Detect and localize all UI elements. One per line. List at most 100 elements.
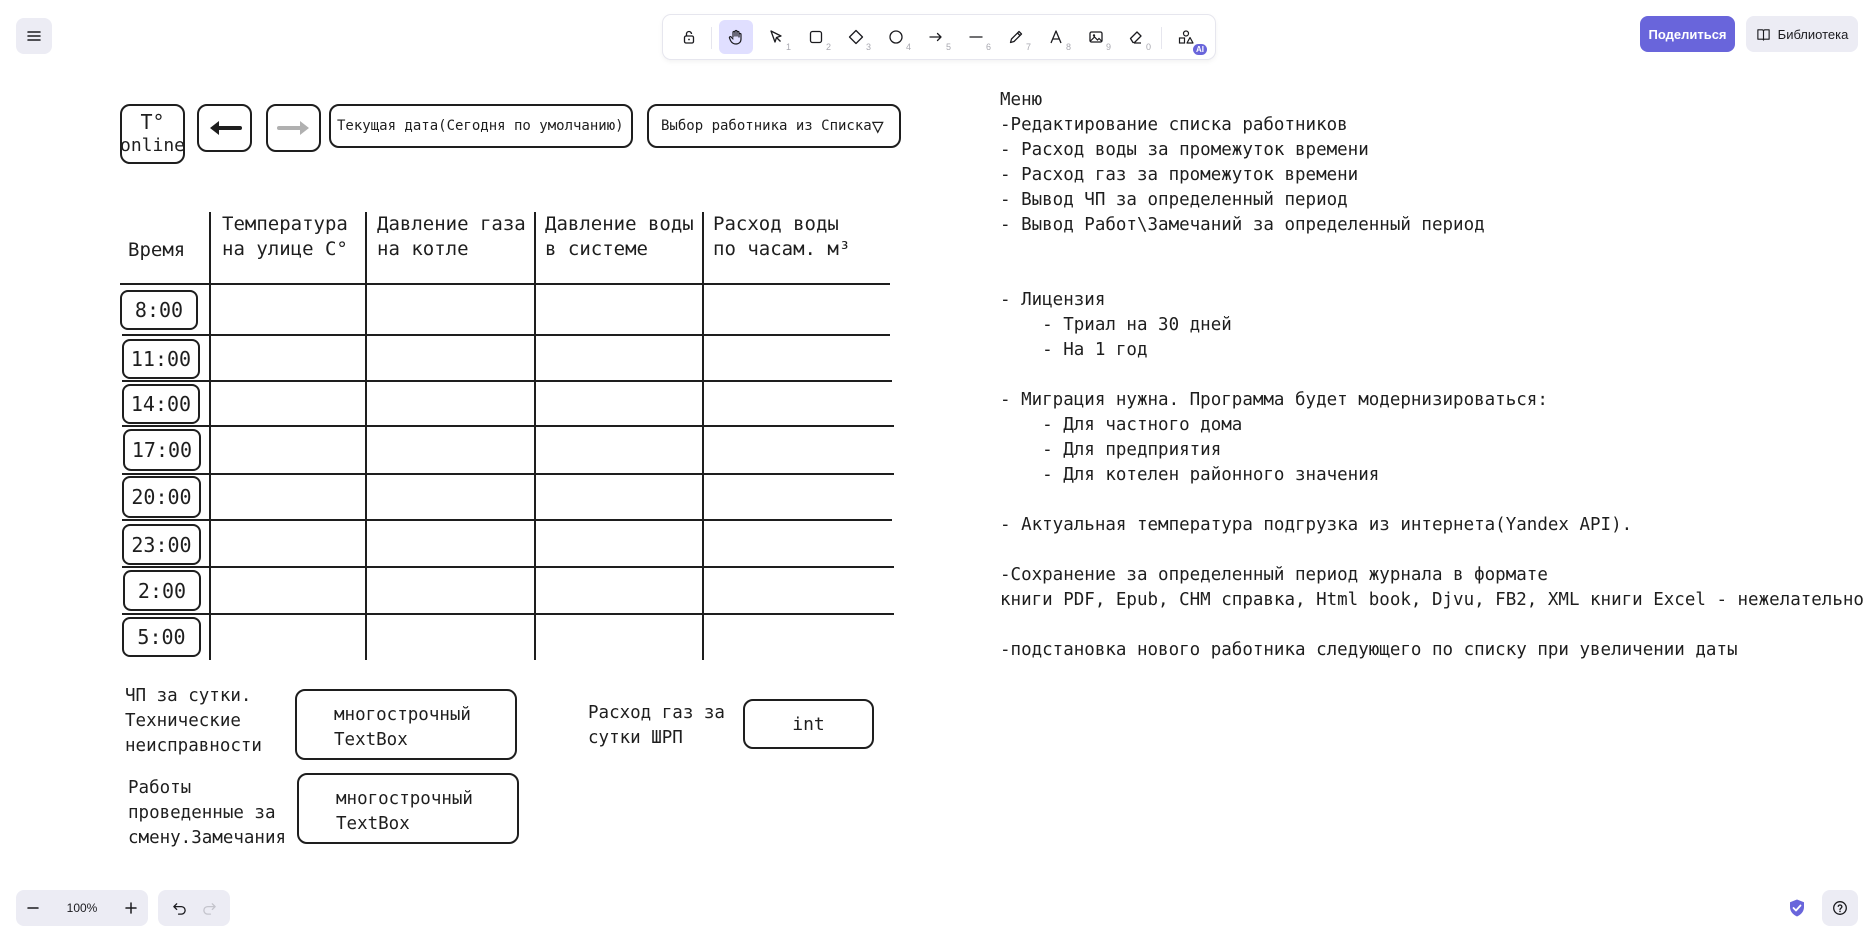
table-header-water-flow: Расход воды по часам. м³ xyxy=(713,213,851,260)
shortcut-key: 4 xyxy=(905,42,911,52)
note-line: - На 1 год xyxy=(1000,340,1148,360)
lock-icon xyxy=(683,30,695,44)
help-icon xyxy=(1833,901,1847,915)
table-row-divider xyxy=(120,283,890,285)
arrow-tool[interactable]: 5 xyxy=(919,20,953,54)
note-line xyxy=(1000,263,1860,288)
time-cell: 23:00 xyxy=(122,524,201,565)
note-line: - Расход газ за промежуток времени xyxy=(1000,165,1359,185)
incidents-textbox[interactable]: многострочный TextBox xyxy=(295,689,517,760)
note-line: книги PDF, Epub, CHM справка, Html book,… xyxy=(1000,590,1864,610)
note-line xyxy=(1000,538,1860,563)
note-line: - Вывод ЧП за определенный период xyxy=(1000,190,1348,210)
rectangle-tool[interactable]: 2 xyxy=(799,20,833,54)
rectangle-icon xyxy=(809,30,823,44)
pencil-icon xyxy=(1009,30,1023,44)
eraser-icon xyxy=(1129,31,1142,44)
table-column-divider xyxy=(534,212,536,660)
works-textbox[interactable]: многострочный TextBox xyxy=(297,773,519,844)
ellipse-tool[interactable]: 4 xyxy=(879,20,913,54)
table-row-divider xyxy=(122,425,894,427)
hand-tool[interactable] xyxy=(719,20,753,54)
lock-tool[interactable] xyxy=(672,20,706,54)
shortcut-key: 7 xyxy=(1025,42,1031,52)
incidents-textbox-text: многострочный TextBox xyxy=(334,705,471,750)
hamburger-icon xyxy=(27,31,41,41)
note-line: - Для котелен районного значения xyxy=(1000,465,1380,485)
shapes-ai-icon xyxy=(1178,30,1194,44)
prev-date-button[interactable] xyxy=(197,104,252,152)
gas-usage-field-text: int xyxy=(792,713,825,735)
ellipse-icon xyxy=(889,30,903,44)
library-button[interactable]: Библиотека xyxy=(1746,16,1858,52)
chevron-down-icon: ▽ xyxy=(871,114,884,138)
text-tool[interactable]: 8 xyxy=(1039,20,1073,54)
works-label: Работы проведенные за смену.Замечания xyxy=(128,778,287,848)
line-icon xyxy=(969,36,983,38)
redo-icon[interactable] xyxy=(202,901,217,916)
table-header-time: Время xyxy=(128,239,186,261)
note-line xyxy=(1000,613,1860,638)
note-line: -Редактирование списка работников xyxy=(1000,115,1348,135)
date-field[interactable]: Текущая дата(Сегодня по умолчанию) xyxy=(329,104,633,148)
table-row-divider xyxy=(122,334,890,336)
book-icon xyxy=(1756,28,1770,41)
time-cell: 5:00 xyxy=(122,617,201,657)
shortcut-key: 5 xyxy=(945,42,951,52)
note-line: - Актуальная температура подгрузка из ин… xyxy=(1000,515,1633,535)
note-line: - Триал на 30 дней xyxy=(1000,315,1232,335)
note-line xyxy=(1000,363,1860,388)
image-tool[interactable]: 9 xyxy=(1079,20,1113,54)
toolbar: 1 2 3 4 5 6 7 8 9 0 AI xyxy=(663,15,1215,59)
time-cell: 14:00 xyxy=(122,384,200,424)
time-cell: 17:00 xyxy=(123,429,201,471)
diamond-tool[interactable]: 3 xyxy=(839,20,873,54)
note-line: - Вывод Работ\Замечаний за определенный … xyxy=(1000,215,1485,235)
share-button[interactable]: Поделиться xyxy=(1640,16,1735,52)
text-icon xyxy=(1050,30,1062,44)
line-tool[interactable]: 6 xyxy=(959,20,993,54)
table-row-divider xyxy=(122,566,894,568)
note-line: -Сохранение за определенный период журна… xyxy=(1000,565,1548,585)
select-tool[interactable]: 1 xyxy=(759,20,793,54)
worker-select[interactable]: Выбор работника из Списка ▽ xyxy=(647,104,901,148)
shield-check-button[interactable] xyxy=(1783,894,1811,922)
help-button[interactable] xyxy=(1822,890,1858,926)
notes-text-block: Меню -Редактирование списка работников - Р… xyxy=(1000,88,1864,663)
note-line: - Миграция нужна. Программа будет модерн… xyxy=(1000,390,1548,410)
shield-check-icon xyxy=(1790,899,1804,917)
table-row-divider xyxy=(122,380,892,382)
history-controls xyxy=(158,890,230,926)
note-line: Меню xyxy=(1000,90,1043,110)
time-cell: 11:00 xyxy=(122,339,200,379)
pencil-tool[interactable]: 7 xyxy=(999,20,1033,54)
gas-usage-label: Расход газ за сутки ШРП xyxy=(588,703,725,748)
library-button-label: Библиотека xyxy=(1777,26,1849,42)
note-line: - Для предприятия xyxy=(1000,440,1222,460)
main-menu-button[interactable] xyxy=(16,18,52,54)
gas-usage-field[interactable]: int xyxy=(743,699,874,749)
zoom-in-icon[interactable] xyxy=(124,901,138,915)
table-column-divider xyxy=(209,212,211,660)
table-row-divider xyxy=(122,519,892,521)
note-line: -подстановка нового работника следующего… xyxy=(1000,640,1738,660)
time-cell: 8:00 xyxy=(120,290,198,330)
table-column-divider xyxy=(702,212,704,660)
share-button-label: Поделиться xyxy=(1648,26,1727,42)
shortcut-key: 2 xyxy=(825,42,831,52)
incidents-label: ЧП за сутки. Технические неисправности xyxy=(125,686,262,756)
undo-icon[interactable] xyxy=(172,901,187,916)
eraser-tool[interactable]: 0 xyxy=(1119,20,1153,54)
zoom-out-icon[interactable] xyxy=(26,901,40,915)
next-date-button[interactable] xyxy=(266,104,321,152)
note-line: - Лицензия xyxy=(1000,290,1106,310)
shortcut-key: 6 xyxy=(985,42,991,52)
temp-online-button[interactable]: T° online xyxy=(120,104,185,164)
shortcut-key: 9 xyxy=(1105,42,1111,52)
extra-tools-button[interactable]: AI xyxy=(1169,20,1207,55)
zoom-level[interactable]: 100% xyxy=(67,901,98,915)
table-column-divider xyxy=(365,212,367,660)
table-header-temperature: Температура на улице C° xyxy=(222,213,348,260)
select-icon xyxy=(770,30,782,43)
arrow-icon xyxy=(929,32,942,42)
